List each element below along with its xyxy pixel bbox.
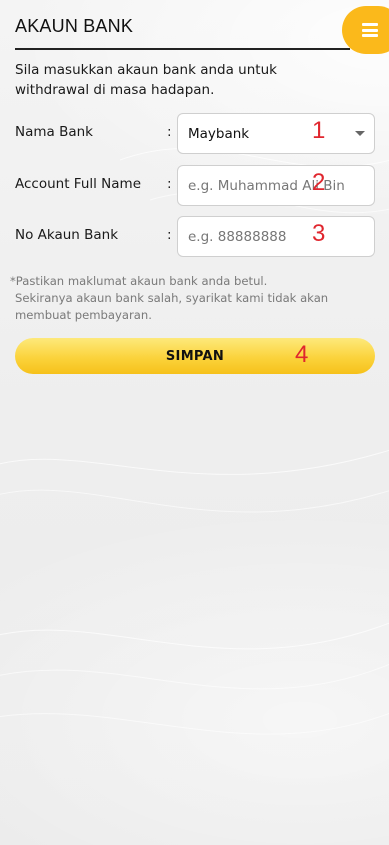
account-number-input[interactable] <box>177 216 375 257</box>
disclaimer-line-1: *Pastikan maklumat akaun bank anda betul… <box>10 274 268 288</box>
annotation-marker-3: 3 <box>312 220 326 247</box>
full-name-label: Account Full Name <box>15 176 142 192</box>
hamburger-menu-icon <box>362 23 378 37</box>
bank-name-selected-value: Maybank <box>188 125 250 142</box>
bank-name-label: Nama Bank <box>15 124 93 140</box>
page-header: AKAUN BANK <box>15 14 350 50</box>
full-name-colon: : <box>167 176 172 192</box>
account-number-colon: : <box>167 227 172 243</box>
account-number-label: No Akaun Bank <box>15 227 119 243</box>
full-name-input[interactable] <box>177 165 375 206</box>
menu-button[interactable] <box>342 6 389 54</box>
disclaimer-line-2: Sekiranya akaun bank salah, syarikat kam… <box>15 291 329 322</box>
save-button[interactable]: SIMPAN <box>15 338 375 374</box>
annotation-marker-2: 2 <box>312 169 326 196</box>
intro-text: Sila masukkan akaun bank anda untuk with… <box>15 62 277 98</box>
page-title: AKAUN BANK <box>15 16 134 36</box>
bank-name-colon: : <box>167 124 172 140</box>
chevron-down-icon <box>355 131 365 136</box>
annotation-marker-1: 1 <box>312 117 326 144</box>
bank-name-select[interactable]: Maybank <box>177 113 375 154</box>
disclaimer-note: *Pastikan maklumat akaun bank anda betul… <box>10 273 380 324</box>
annotation-marker-4: 4 <box>295 341 309 368</box>
